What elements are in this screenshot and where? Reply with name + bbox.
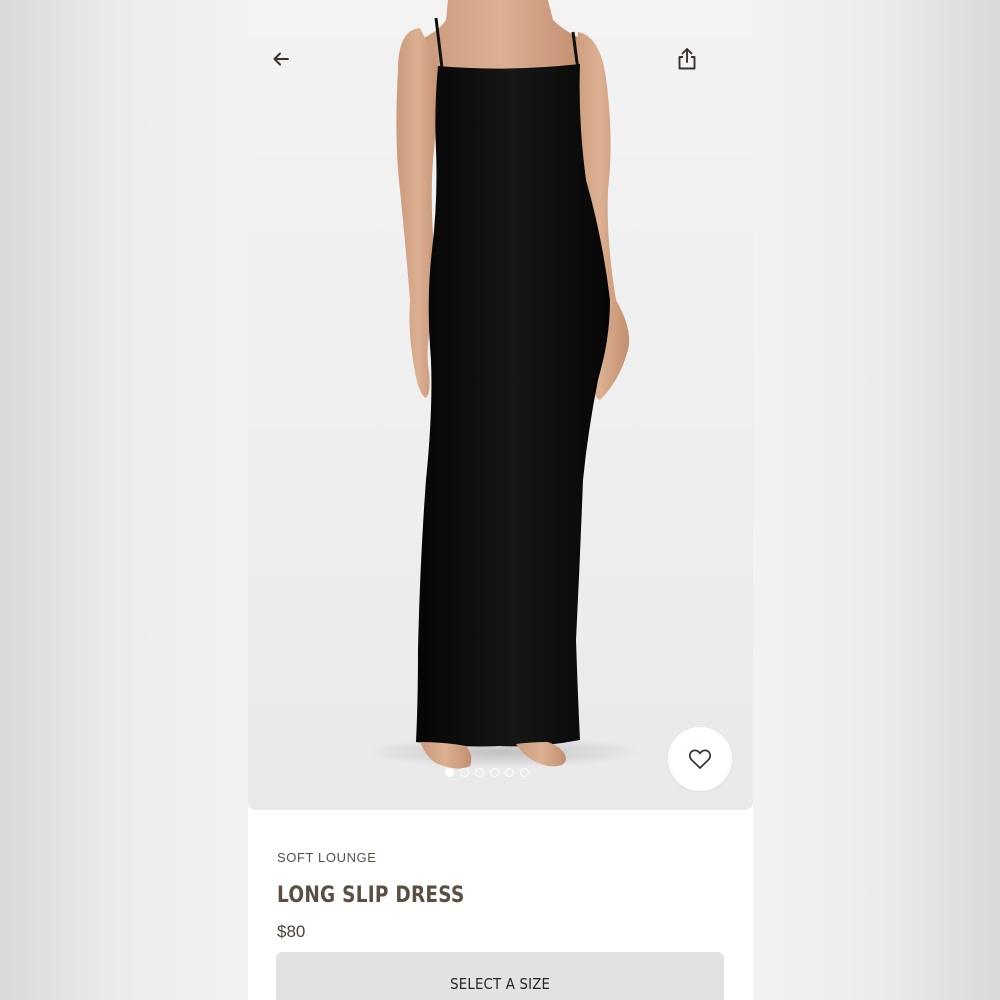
gallery-dot[interactable]	[475, 768, 484, 777]
heart-icon	[688, 749, 712, 769]
share-button[interactable]	[669, 41, 705, 77]
gallery-dot[interactable]	[490, 768, 499, 777]
favorite-button[interactable]	[668, 727, 732, 791]
gallery-dot[interactable]	[520, 768, 529, 777]
gallery-dot[interactable]	[505, 768, 514, 777]
product-image	[363, 0, 643, 769]
collection-label: SOFT LOUNGE	[277, 850, 377, 865]
gallery-pagination	[445, 768, 529, 777]
back-button[interactable]	[263, 41, 299, 77]
select-size-label: SELECT A SIZE	[450, 975, 550, 993]
share-icon	[678, 48, 696, 70]
select-size-button[interactable]: SELECT A SIZE	[276, 952, 724, 1000]
arrow-left-icon	[273, 52, 289, 66]
product-page: SOFT LOUNGE LONG SLIP DRESS $80 SELECT A…	[248, 0, 753, 1000]
product-image-gallery[interactable]	[248, 0, 753, 810]
product-info: SOFT LOUNGE LONG SLIP DRESS $80	[277, 850, 727, 942]
product-title: LONG SLIP DRESS	[277, 883, 465, 908]
product-price: $80	[277, 922, 306, 941]
gallery-dot[interactable]	[460, 768, 469, 777]
gallery-dot[interactable]	[445, 768, 454, 777]
